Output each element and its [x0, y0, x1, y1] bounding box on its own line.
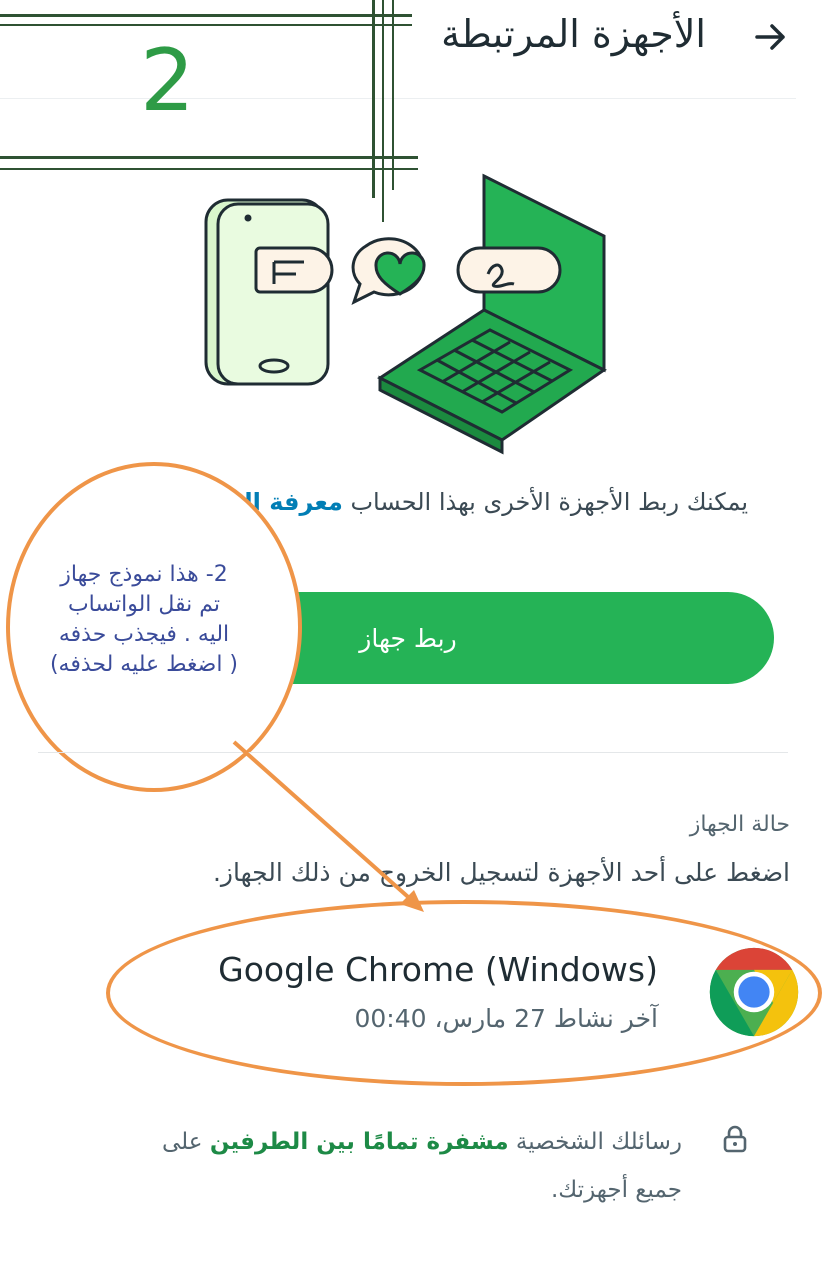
- linked-device-item[interactable]: Google Chrome (Windows) آخر نشاط 27 مارس…: [200, 940, 800, 1050]
- annotation-line: اليه . فيجذب حذفه: [58, 622, 230, 647]
- annotation-line: ( اضغط عليه لحذفه): [49, 652, 239, 677]
- end-to-end-encrypted-link[interactable]: مشفرة تمامًا بين الطرفين: [210, 1129, 509, 1155]
- annotation-line: 2- هذا نموذج جهاز: [60, 562, 228, 587]
- annotation-number: 2: [140, 31, 195, 131]
- page-title: الأجهزة المرتبطة: [441, 12, 706, 56]
- device-status-label: حالة الجهاز: [689, 812, 790, 837]
- lock-icon: [723, 1125, 747, 1153]
- device-name: Google Chrome (Windows): [218, 950, 658, 989]
- header-divider: [0, 98, 796, 99]
- back-button[interactable]: [744, 10, 798, 64]
- encryption-prefix: رسائلك الشخصية: [515, 1129, 682, 1155]
- encryption-notice: رسائلك الشخصية مشفرة تمامًا بين الطرفين …: [122, 1118, 682, 1214]
- annotation-arrow: [232, 740, 424, 912]
- linked-devices-illustration: [204, 173, 607, 455]
- circle-annotation-text: 2- هذا نموذج جهاز تم نقل الواتساب اليه .…: [34, 560, 254, 680]
- link-device-label: ربط جهاز: [359, 623, 457, 653]
- arrow-right-icon: [755, 24, 785, 50]
- device-last-active: آخر نشاط 27 مارس، 00:40: [354, 1004, 658, 1033]
- chrome-icon: [709, 947, 799, 1037]
- description-text: يمكنك ربط الأجهزة الأخرى بهذا الحساب: [350, 488, 748, 516]
- annotation-line: تم نقل الواتساب: [67, 592, 221, 617]
